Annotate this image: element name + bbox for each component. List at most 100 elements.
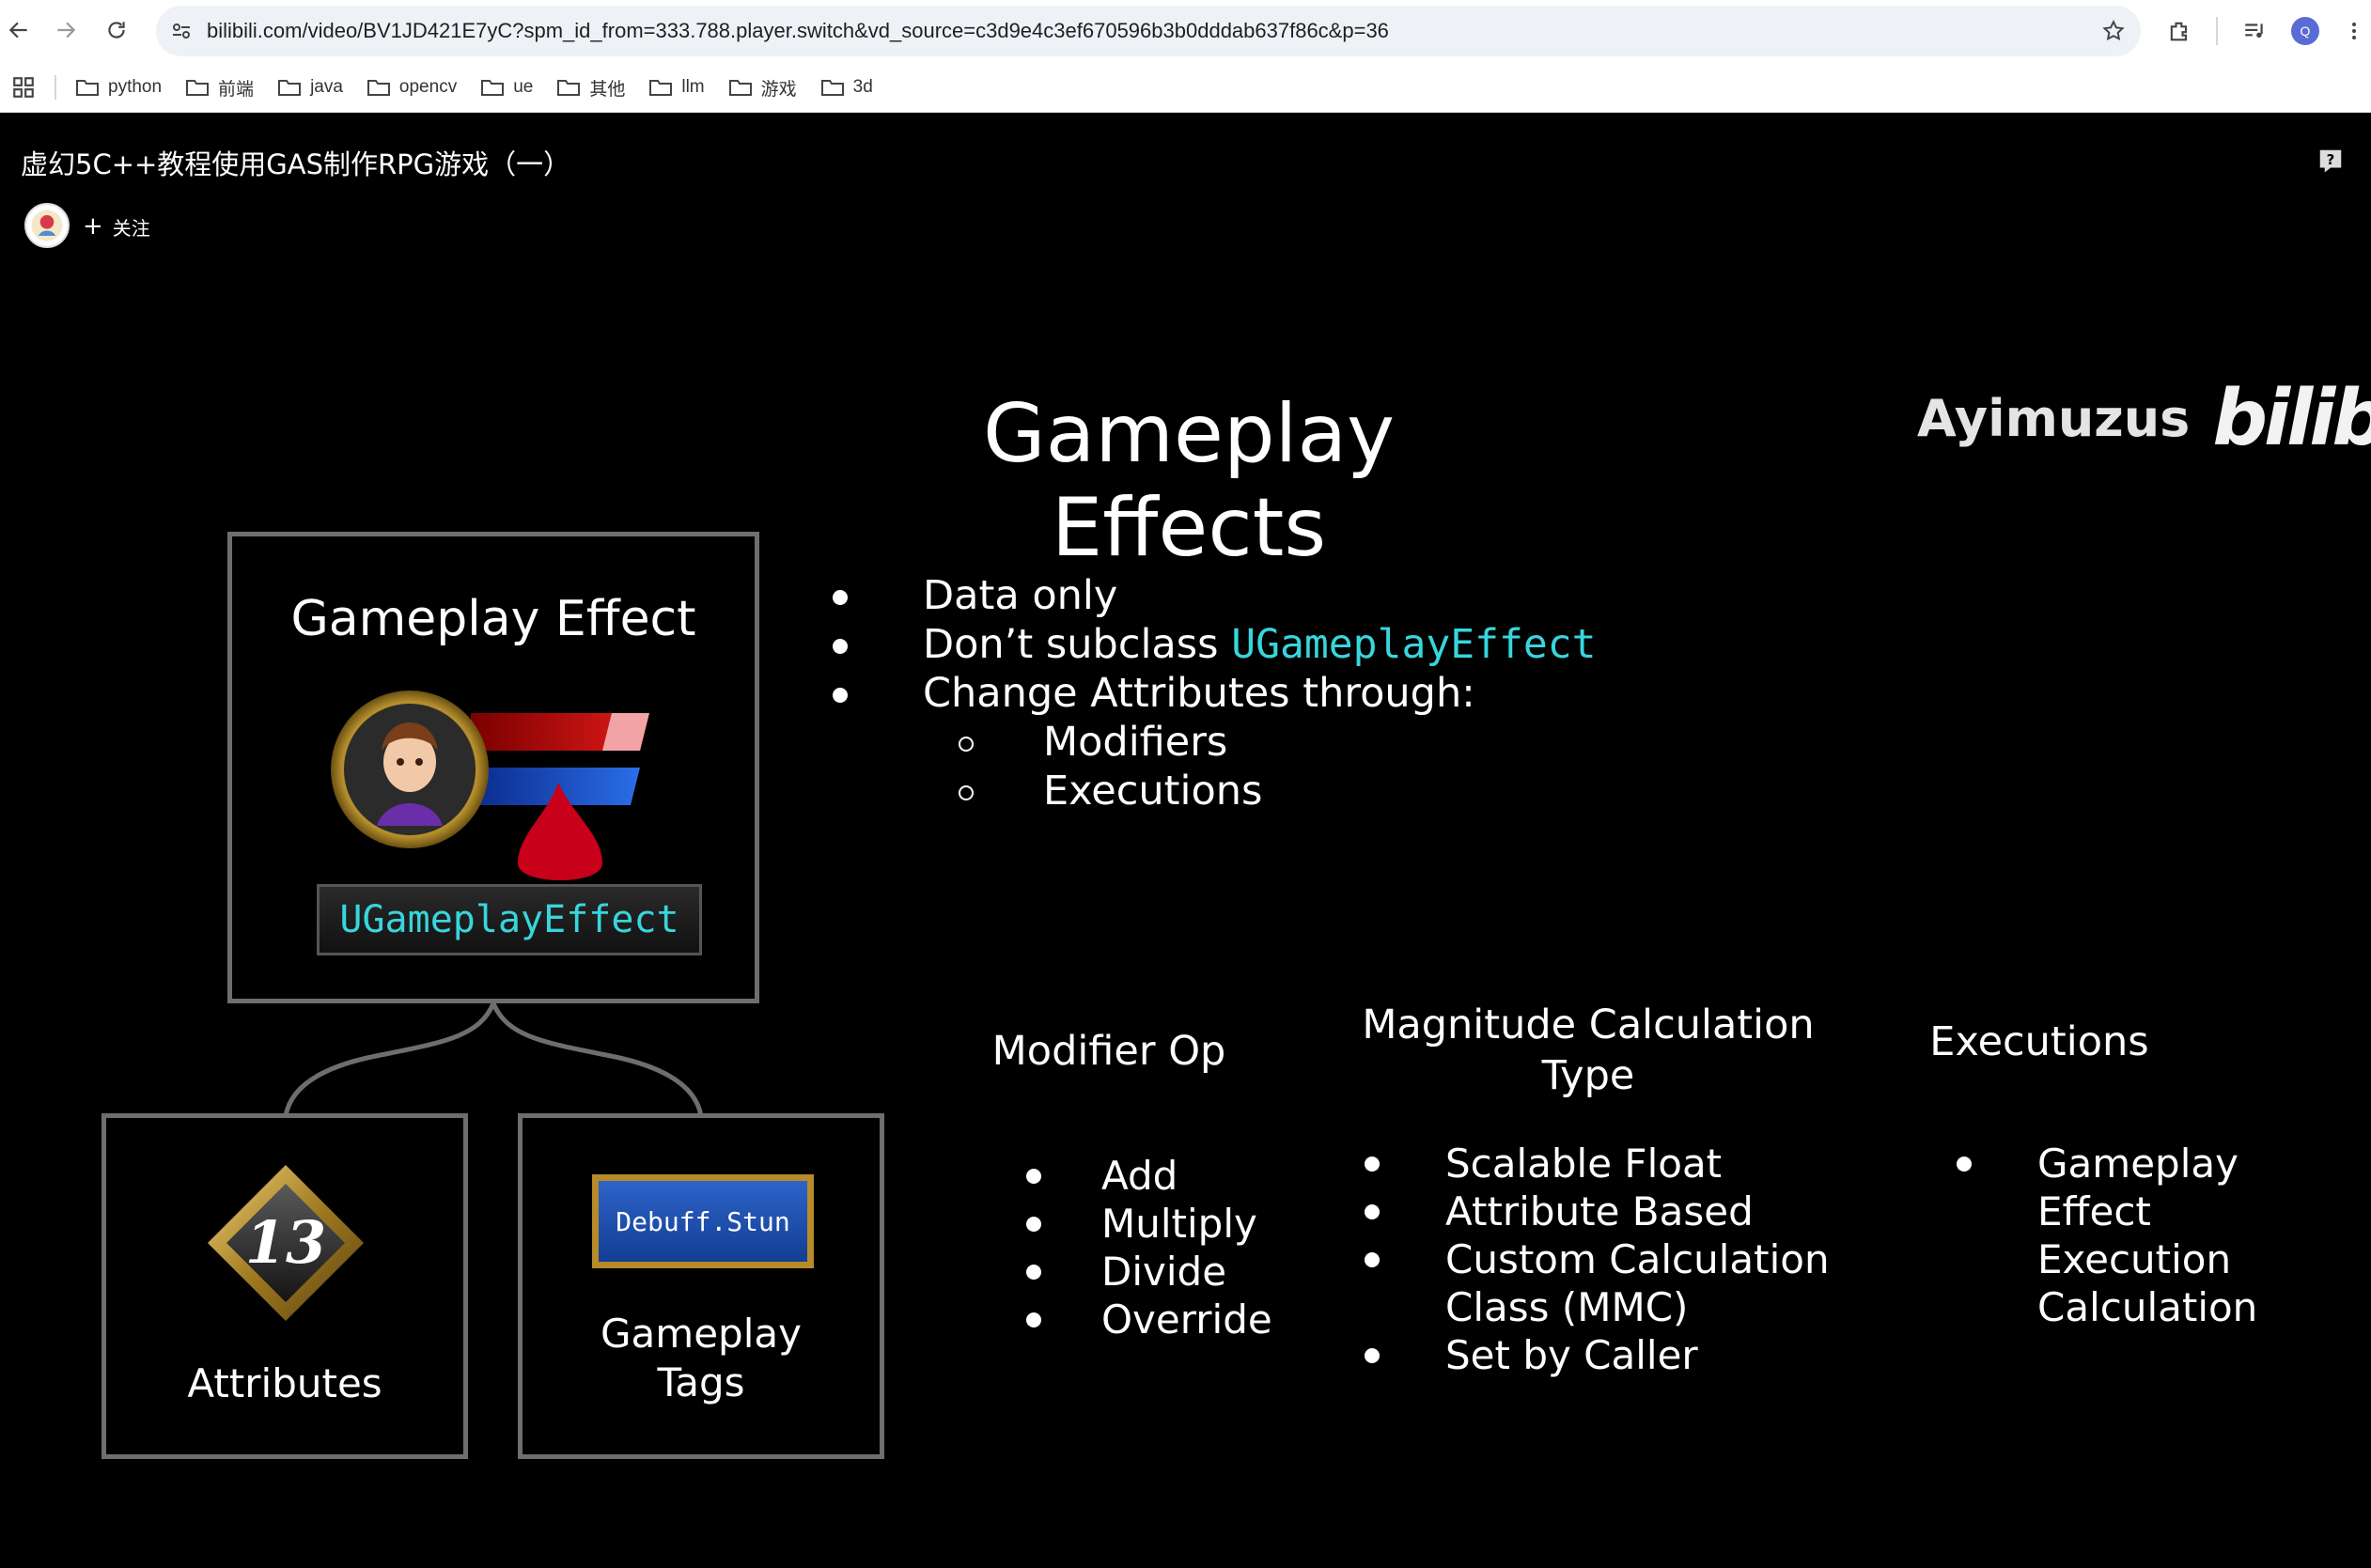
attribute-number: 13 — [245, 1208, 326, 1277]
bookmark-folder[interactable]: 其他 — [556, 75, 625, 101]
bullet-dot — [1365, 1204, 1380, 1219]
hierarchy-connector — [283, 1001, 704, 1117]
apps-grid-icon[interactable] — [11, 75, 36, 100]
bullet-text: Data only — [923, 572, 1118, 619]
follow-label: 关注 — [112, 216, 150, 240]
more-menu-icon[interactable] — [2336, 13, 2371, 49]
bullet-text: Change Attributes through: — [923, 670, 1475, 717]
list-item-text: Custom Calculation — [1445, 1236, 1830, 1282]
back-arrow-icon — [8, 22, 27, 39]
channel-name: Ayimuzus — [1917, 389, 2191, 448]
bullet-text: Don’t subclass UGameplayEffect — [923, 620, 1597, 669]
list-item-text: Multiply — [1101, 1201, 1257, 1247]
gameplay-tags-label-line1: Gameplay — [601, 1311, 802, 1357]
list-item-text: Execution — [2037, 1236, 2232, 1282]
url-text[interactable]: bilibili.com/video/BV1JD421E7yC?spm_id_f… — [207, 6, 1389, 56]
gameplay-effect-title: Gameplay Effect — [290, 591, 696, 647]
bullet-dot — [833, 688, 848, 703]
folder-icon — [186, 80, 210, 96]
reload-icon — [108, 22, 125, 39]
sub-bullet-ring — [959, 785, 974, 800]
list-item-text: Effect — [2037, 1188, 2151, 1234]
magnitude-heading-line2: Type — [1541, 1052, 1635, 1099]
bookmark-folder[interactable]: opencv — [367, 77, 457, 98]
bilibili-logo: bilibili — [2212, 374, 2371, 463]
sub-bullet-ring — [959, 737, 974, 752]
uploader-avatar[interactable] — [24, 203, 70, 248]
list-item-text: Calculation — [2037, 1284, 2258, 1330]
back-button[interactable] — [0, 11, 38, 49]
folder-icon — [278, 80, 302, 96]
bookmark-folder[interactable]: ue — [480, 77, 533, 98]
channel-watermark: Ayimuzus bilibili — [1917, 374, 2371, 463]
bookmark-folder[interactable]: 3d — [820, 77, 873, 98]
bullet-dot — [1957, 1157, 1972, 1172]
list-item-text: Add — [1101, 1153, 1178, 1199]
attribute-gem-icon: 13 — [208, 1165, 364, 1321]
address-bar[interactable]: bilibili.com/video/BV1JD421E7yC?spm_id_f… — [156, 6, 2141, 56]
bookmark-folder-list: python 前端 java opencv ue 其他 llm 游戏 3d — [75, 62, 897, 113]
folder-icon — [820, 80, 844, 96]
bullet-dot — [1026, 1217, 1041, 1232]
bullet-dot — [1365, 1157, 1380, 1172]
folder-icon — [557, 80, 581, 96]
bookmark-label: python — [108, 77, 163, 97]
bookmark-label: 3d — [852, 77, 873, 97]
bookmark-folder[interactable]: python — [75, 77, 162, 98]
gameplay-effect-box: Gameplay Effect UGameplayEffect — [227, 532, 759, 1003]
executions-heading: Executions — [1929, 1018, 2149, 1065]
slide-title: Gameplay Effects — [982, 387, 1396, 575]
extensions-icon[interactable] — [2161, 13, 2197, 49]
bookmark-folder[interactable]: 前端 — [185, 75, 254, 101]
bullet-dot — [1026, 1169, 1041, 1184]
help-icon[interactable]: ? — [2316, 147, 2345, 175]
bookmark-label: 游戏 — [760, 79, 797, 100]
magnitude-heading: Magnitude Calculation Type — [1334, 1000, 1842, 1101]
bullet-dot — [1365, 1252, 1380, 1267]
attributes-label: Attributes — [187, 1360, 382, 1406]
debuff-stun-tag: Debuff.Stun — [599, 1181, 807, 1262]
character-health-bar-illustration — [331, 691, 649, 880]
folder-icon — [367, 80, 390, 96]
folder-icon — [76, 80, 99, 96]
bookmark-folder[interactable]: java — [277, 77, 343, 98]
svg-text:?: ? — [2327, 151, 2335, 168]
bookmark-label: java — [310, 77, 343, 97]
folder-icon — [649, 80, 673, 96]
list-item-text: Gameplay — [2037, 1141, 2238, 1187]
reload-button[interactable] — [98, 11, 135, 49]
list-item-text: Set by Caller — [1445, 1332, 1698, 1378]
bullet-dot — [1026, 1265, 1041, 1280]
site-info-icon[interactable] — [167, 17, 195, 45]
modifier-op-heading: Modifier Op — [991, 1028, 1226, 1075]
bookmark-star-icon[interactable] — [2099, 17, 2128, 45]
ugameplayeffect-label: UGameplayEffect — [317, 884, 702, 955]
gameplay-tags-box: Debuff.Stun Gameplay Tags — [518, 1113, 884, 1459]
gameplay-tags-label: Gameplay Tags — [523, 1310, 880, 1407]
bullet-text-prefix: Don’t subclass — [923, 621, 1232, 668]
folder-icon — [481, 80, 505, 96]
bullet-dot — [833, 639, 848, 654]
gameplay-tags-label-line2: Tags — [657, 1359, 745, 1405]
forward-button[interactable] — [47, 11, 85, 49]
follow-button[interactable]: + 关注 — [83, 212, 150, 241]
bookmark-label: opencv — [398, 77, 458, 97]
bookmarks-bar: python 前端 java opencv ue 其他 llm 游戏 3d — [0, 62, 2371, 113]
video-title: 虚幻5C++教程使用GAS制作RPG游戏（一） — [21, 148, 571, 180]
list-item-text: Attribute Based — [1445, 1188, 1754, 1234]
list-item-text: Scalable Float — [1445, 1141, 1723, 1187]
bookmark-label: ue — [513, 77, 534, 97]
sub-bullet-text: Executions — [1043, 768, 1263, 815]
media-control-icon[interactable] — [2237, 13, 2272, 49]
profile-avatar[interactable]: Q — [2291, 17, 2319, 45]
bookmark-label: 其他 — [589, 79, 626, 100]
bookmark-label: llm — [681, 77, 705, 97]
attributes-box: 13 Attributes — [101, 1113, 468, 1459]
bookmark-folder[interactable]: llm — [648, 77, 705, 98]
bookmark-folder[interactable]: 游戏 — [728, 75, 797, 101]
bullet-dot — [833, 590, 848, 605]
class-name-code: UGameplayEffect — [1231, 621, 1597, 668]
list-item-text: Override — [1101, 1296, 1272, 1343]
list-item-text: Class (MMC) — [1445, 1284, 1689, 1330]
toolbar-divider — [2216, 17, 2218, 45]
